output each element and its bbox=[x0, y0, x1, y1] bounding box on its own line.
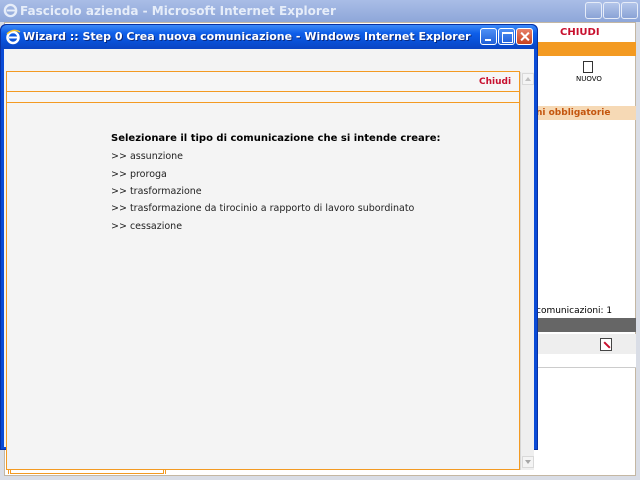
close-icon[interactable] bbox=[516, 28, 533, 45]
option-label[interactable]: trasformazione da tirocinio a rapporto d… bbox=[130, 203, 414, 214]
dialog-client-area: Chiudi Selezionare il tipo di comunicazi… bbox=[4, 49, 534, 470]
wizard-prompt: Selezionare il tipo di comunicazione che… bbox=[111, 133, 441, 144]
dialog-title-bar[interactable]: Wizard :: Step 0 Crea nuova comunicazion… bbox=[1, 25, 537, 49]
new-document-icon[interactable] bbox=[583, 61, 593, 73]
option-arrow: >> bbox=[111, 203, 130, 214]
wizard-content: Selezionare il tipo di comunicazione che… bbox=[6, 102, 520, 470]
option-arrow: >> bbox=[111, 186, 130, 197]
option-label[interactable]: cessazione bbox=[130, 221, 182, 232]
ie-icon bbox=[6, 29, 21, 45]
maximize-icon[interactable] bbox=[498, 28, 515, 45]
parent-title-bar: Fascicolo azienda - Microsoft Internet E… bbox=[0, 0, 640, 22]
dialog-title: Wizard :: Step 0 Crea nuova comunicazion… bbox=[23, 30, 471, 43]
parent-table-row bbox=[536, 334, 636, 354]
wizard-dialog: Wizard :: Step 0 Crea nuova comunicazion… bbox=[0, 24, 538, 470]
option-cessazione[interactable]: >> cessazione bbox=[111, 221, 182, 232]
parent-header-bar bbox=[536, 42, 636, 56]
parent-table-row-empty bbox=[536, 354, 636, 368]
option-label[interactable]: trasformazione bbox=[130, 186, 202, 197]
option-proroga[interactable]: >> proroga bbox=[111, 169, 167, 180]
option-arrow: >> bbox=[111, 169, 130, 180]
scroll-down-icon[interactable] bbox=[522, 456, 534, 468]
parent-table-header bbox=[536, 318, 636, 332]
parent-minimize-button[interactable] bbox=[585, 2, 602, 19]
parent-title: Fascicolo azienda - Microsoft Internet E… bbox=[20, 4, 336, 18]
dialog-header-divider bbox=[6, 91, 520, 92]
document-edit-icon[interactable] bbox=[600, 338, 612, 351]
option-label[interactable]: assunzione bbox=[130, 151, 183, 162]
ie-icon bbox=[3, 3, 18, 18]
parent-restore-button[interactable] bbox=[603, 2, 620, 19]
parent-close-button[interactable] bbox=[621, 2, 638, 19]
vertical-scrollbar[interactable] bbox=[520, 72, 534, 470]
option-trasformazione[interactable]: >> trasformazione bbox=[111, 186, 202, 197]
option-arrow: >> bbox=[111, 151, 130, 162]
minimize-icon[interactable] bbox=[480, 28, 497, 45]
parent-tab-label[interactable]: ni obbligatorie bbox=[536, 106, 636, 120]
option-trasformazione-tirocinio[interactable]: >> trasformazione da tirocinio a rapport… bbox=[111, 203, 414, 214]
parent-nuovo-label[interactable]: NUOVO bbox=[576, 75, 602, 83]
option-assunzione[interactable]: >> assunzione bbox=[111, 151, 183, 162]
option-label[interactable]: proroga bbox=[130, 169, 167, 180]
parent-chiudi-link[interactable]: CHIUDI bbox=[560, 27, 600, 38]
parent-count-label: comunicazioni: 1 bbox=[536, 306, 613, 316]
chiudi-link[interactable]: Chiudi bbox=[479, 77, 511, 87]
option-arrow: >> bbox=[111, 221, 130, 232]
scroll-up-icon[interactable] bbox=[522, 73, 534, 85]
